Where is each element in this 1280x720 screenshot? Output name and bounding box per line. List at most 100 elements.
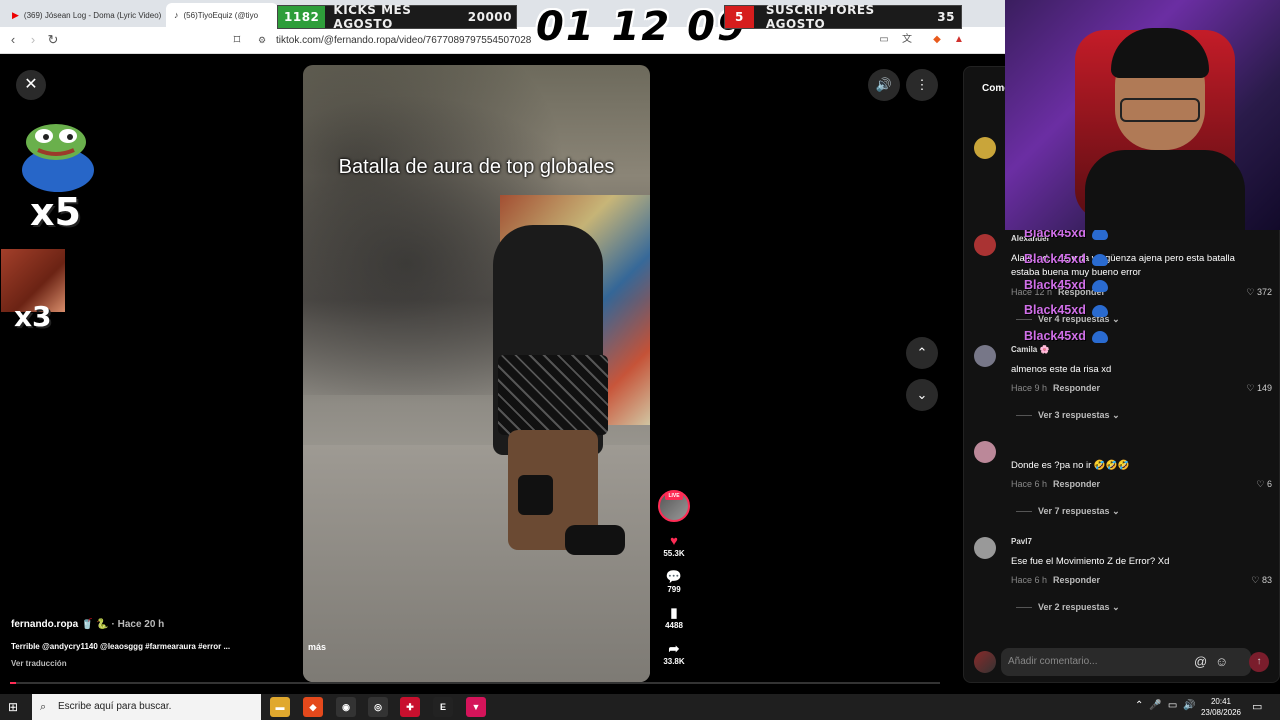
translate-icon[interactable]: 文 xyxy=(900,33,914,47)
live-badge: LIVE xyxy=(665,492,683,500)
reply-button[interactable]: Responder xyxy=(1053,575,1100,585)
avatar[interactable] xyxy=(974,345,996,367)
avatar xyxy=(974,651,996,673)
mention-icon[interactable]: @ xyxy=(1194,648,1207,676)
share-count: 33.8K xyxy=(663,657,685,666)
cast-icon[interactable]: ▭ xyxy=(877,33,891,47)
back-icon[interactable]: ‹ xyxy=(5,32,21,48)
video-player[interactable]: Batalla de aura de top globales más xyxy=(303,65,650,682)
video-author[interactable]: fernando.ropa 🥤 🐍 · Hace 20 h xyxy=(11,619,164,630)
comment-count: 799 xyxy=(667,585,681,594)
volume-icon: 🔊 xyxy=(875,77,893,92)
bookmark-icon[interactable]: ⌑ xyxy=(229,32,245,48)
system-tray-icons[interactable]: ⌃🎤▭🔊 xyxy=(1135,700,1202,711)
search-placeholder: Escribe aquí para buscar. xyxy=(58,701,172,712)
app-icon[interactable]: ◉ xyxy=(336,697,356,717)
emoji-icon[interactable]: ☺ xyxy=(1215,648,1228,676)
browser-tab-tiktok[interactable]: ♪ (56)TiyoEquiz (@tiyo xyxy=(166,3,278,27)
taskbar-clock[interactable]: 20:41 23/08/2026 xyxy=(1200,696,1242,718)
video-progress-bar[interactable] xyxy=(10,682,940,684)
avatar[interactable] xyxy=(974,441,996,463)
notification-icon[interactable]: ▭ xyxy=(1252,700,1262,713)
avatar[interactable] xyxy=(974,137,996,159)
streamer-webcam xyxy=(1005,0,1280,230)
next-video-button[interactable]: ⌄ xyxy=(906,379,938,411)
tab-title: (56)TiyoEquiz (@tiyo xyxy=(183,10,259,20)
chat-username: Black45xd xyxy=(1024,303,1108,317)
kicks-goal: 20000 xyxy=(467,10,512,24)
comment-input-bar: Añadir comentario... @ ☺ ↑ xyxy=(974,648,1274,676)
stream-timer: 01 12 09 xyxy=(536,4,747,50)
close-icon: ✕ xyxy=(24,76,38,93)
more-options-button[interactable]: ⋮ xyxy=(906,69,938,101)
subs-count: 5 xyxy=(725,6,754,28)
comment-likes[interactable]: ♡ 83 xyxy=(1251,575,1272,586)
more-link[interactable]: más xyxy=(308,642,326,652)
comment-meta: Hace 6 h Responder xyxy=(1011,479,1101,489)
search-icon: ⌕ xyxy=(40,701,47,713)
save-button[interactable]: ▮ 4488 xyxy=(656,605,692,630)
comment-item: Alexander Ala fi... d... sa y da vergüen… xyxy=(974,234,1274,334)
forward-icon[interactable]: › xyxy=(25,32,41,48)
heart-outline-icon: ♡ xyxy=(1246,287,1255,297)
kicks-label: KICKS MES AGOSTO xyxy=(333,3,412,31)
tab-title: (369) Jósean Log - Doma (Lyric Video) xyxy=(23,10,162,20)
view-replies-button[interactable]: Ver 3 respuestas ⌄ xyxy=(1016,410,1120,421)
heart-outline-icon: ♡ xyxy=(1246,383,1255,393)
close-video-button[interactable]: ✕ xyxy=(16,70,46,100)
share-button[interactable]: ➦ 33.8K xyxy=(656,641,692,666)
windows-taskbar: ⊞ ⌕ Escribe aquí para buscar. ▬ ◆ ◉ ◎ ✚ … xyxy=(0,694,1280,720)
see-translation-link[interactable]: Ver traducción xyxy=(11,659,67,668)
view-replies-button[interactable]: Ver 2 respuestas ⌄ xyxy=(1016,602,1120,613)
obs-icon[interactable]: ◎ xyxy=(368,697,388,717)
share-icon: ➦ xyxy=(668,641,680,656)
video-caption: Batalla de aura de top globales xyxy=(338,156,615,178)
comment-likes[interactable]: ♡ 149 xyxy=(1246,383,1272,394)
comment-icon: 💬 xyxy=(665,569,683,584)
save-count: 4488 xyxy=(665,621,683,630)
clock-date: 23/08/2026 xyxy=(1200,708,1242,717)
app-icon[interactable]: ▼ xyxy=(466,697,486,717)
brave-browser-icon[interactable]: ◆ xyxy=(303,697,323,717)
avatar[interactable] xyxy=(974,537,996,559)
comment-item: Camila 🌸 almenos este da risa xd Hace 9 … xyxy=(974,345,1274,425)
comment-item: Donde es ?pa no ir 🤣🤣🤣 Hace 6 h Responder… xyxy=(974,441,1274,521)
browser-tab-youtube[interactable]: ▶ (369) Jósean Log - Doma (Lyric Video) xyxy=(4,3,164,27)
comment-item: Pavl7 Ese fue el Movimiento Z de Error? … xyxy=(974,537,1274,617)
send-button[interactable]: ↑ xyxy=(1249,652,1269,672)
heart-icon: ♥ xyxy=(670,533,678,548)
comment-text: Donde es ?pa no ir 🤣🤣🤣 xyxy=(1011,460,1130,471)
reply-button[interactable]: Responder xyxy=(1053,479,1100,489)
comment-button[interactable]: 💬 799 xyxy=(656,569,692,594)
epic-games-icon[interactable]: E xyxy=(433,697,453,717)
pepe-emote-icon xyxy=(22,124,94,192)
arrow-up-icon: ↑ xyxy=(1256,656,1262,667)
comment-input[interactable]: Añadir comentario... xyxy=(1001,648,1251,676)
taskbar-search[interactable]: ⌕ Escribe aquí para buscar. xyxy=(32,694,261,720)
chevron-up-icon: ⌃ xyxy=(916,345,928,360)
url-text: tiktok.com/@fernando.ropa/video/76770897… xyxy=(276,35,532,46)
avatar[interactable] xyxy=(974,234,996,256)
comment-author[interactable]: Pavl7 xyxy=(1011,537,1032,546)
subs-goal-overlay: 5 SUSCRIPTORES AGOSTO 35 xyxy=(724,3,962,31)
site-info-icon[interactable]: ⚙ xyxy=(258,31,266,50)
brave-rewards-icon[interactable]: ▲ xyxy=(952,33,966,47)
file-explorer-icon[interactable]: ▬ xyxy=(270,697,290,717)
author-name[interactable]: fernando.ropa xyxy=(11,619,78,630)
reload-icon[interactable]: ↻ xyxy=(45,32,61,48)
volume-button[interactable]: 🔊 xyxy=(868,69,900,101)
windows-start-icon[interactable]: ⊞ xyxy=(8,700,22,714)
app-icon[interactable]: ✚ xyxy=(400,697,420,717)
comment-author[interactable]: Camila 🌸 xyxy=(1011,345,1049,354)
chat-emote-icon xyxy=(1091,304,1108,317)
view-replies-button[interactable]: Ver 7 respuestas ⌄ xyxy=(1016,506,1120,517)
comment-likes[interactable]: ♡ 372 xyxy=(1246,287,1272,298)
reply-button[interactable]: Responder xyxy=(1053,383,1100,393)
previous-video-button[interactable]: ⌃ xyxy=(906,337,938,369)
like-button[interactable]: ♥ 55.3K xyxy=(656,533,692,558)
comment-likes[interactable]: ♡ 6 xyxy=(1256,479,1272,490)
author-emoji-icon: 🐍 xyxy=(96,619,109,630)
heart-outline-icon: ♡ xyxy=(1256,479,1265,489)
brave-shield-icon[interactable]: ◆ xyxy=(930,33,944,47)
comment-meta: Hace 9 h Responder xyxy=(1011,383,1101,393)
